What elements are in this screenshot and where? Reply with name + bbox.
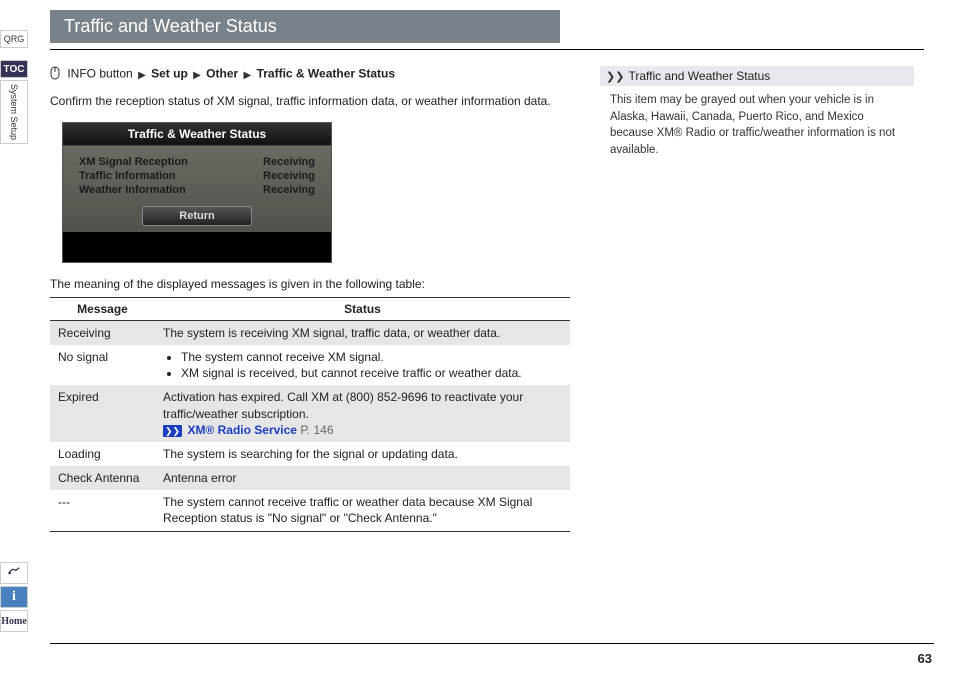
device-screenshot: Traffic & Weather Status XM Signal Recep… xyxy=(62,122,332,263)
main-column: INFO button ▶ Set up ▶ Other ▶ Traffic &… xyxy=(50,66,570,532)
xref-page: P. 146 xyxy=(300,423,333,437)
table-row: Loading The system is searching for the … xyxy=(50,442,570,466)
cell-message: Receiving xyxy=(50,320,155,345)
cell-status: The system cannot receive traffic or wea… xyxy=(155,490,570,531)
home-icon[interactable]: Home xyxy=(0,610,28,632)
cell-message: Loading xyxy=(50,442,155,466)
device-body: XM Signal Reception Receiving Traffic In… xyxy=(63,146,331,232)
device-row: Traffic Information Receiving xyxy=(79,170,315,182)
cell-status: Antenna error xyxy=(155,466,570,490)
status-bullet: XM signal is received, but cannot receiv… xyxy=(181,365,562,381)
device-title: Traffic & Weather Status xyxy=(63,123,331,146)
status-text: Activation has expired. Call XM at (800)… xyxy=(163,390,523,420)
breadcrumb: INFO button ▶ Set up ▶ Other ▶ Traffic &… xyxy=(50,66,570,83)
device-return-button: Return xyxy=(142,206,252,226)
table-row: No signal The system cannot receive XM s… xyxy=(50,345,570,385)
info-icon[interactable]: i xyxy=(0,586,28,608)
device-row-label: Traffic Information xyxy=(79,170,176,182)
left-gutter: QRG TOC System Setup i Home xyxy=(0,0,42,674)
sidebar-note-title: ❯❯Traffic and Weather Status xyxy=(600,66,914,86)
table-row: Receiving The system is receiving XM sig… xyxy=(50,320,570,345)
status-table: Message Status Receiving The system is r… xyxy=(50,297,570,532)
xref-link[interactable]: XM® Radio Service xyxy=(187,423,297,437)
mouse-icon xyxy=(50,66,60,83)
cell-status: The system is receiving XM signal, traff… xyxy=(155,320,570,345)
device-row: Weather Information Receiving xyxy=(79,184,315,196)
gutter-icon-group: i Home xyxy=(0,560,28,634)
cell-status: The system cannot receive XM signal. XM … xyxy=(155,345,570,385)
table-header-message: Message xyxy=(50,297,155,320)
table-header-status: Status xyxy=(155,297,570,320)
device-row-value: Receiving xyxy=(263,184,315,196)
page-content: Traffic and Weather Status INFO button ▶… xyxy=(50,0,954,542)
table-intro: The meaning of the displayed messages is… xyxy=(50,277,570,291)
status-bullet: The system cannot receive XM signal. xyxy=(181,349,562,365)
cell-message: No signal xyxy=(50,345,155,385)
page-title: Traffic and Weather Status xyxy=(50,10,560,43)
tab-qrg[interactable]: QRG xyxy=(0,30,28,48)
crumb-other: Other xyxy=(206,67,238,81)
device-bottom-bar xyxy=(63,232,331,262)
device-row-label: XM Signal Reception xyxy=(79,156,188,168)
chevron-right-icon: ▶ xyxy=(193,70,201,81)
cell-message: --- xyxy=(50,490,155,531)
xref-icon: ❯❯ xyxy=(163,425,182,437)
header-rule xyxy=(50,49,924,50)
page-number: 63 xyxy=(918,651,932,666)
cell-status: Activation has expired. Call XM at (800)… xyxy=(155,385,570,442)
device-row-value: Receiving xyxy=(263,156,315,168)
double-chevron-icon: ❯❯ xyxy=(606,71,624,83)
device-row-label: Weather Information xyxy=(79,184,186,196)
crumb-info: INFO button xyxy=(67,67,132,81)
device-row-value: Receiving xyxy=(263,170,315,182)
device-row: XM Signal Reception Receiving xyxy=(79,156,315,168)
cell-message: Check Antenna xyxy=(50,466,155,490)
sidebar-column: ❯❯Traffic and Weather Status This item m… xyxy=(600,66,924,532)
table-row: Check Antenna Antenna error xyxy=(50,466,570,490)
voice-icon[interactable] xyxy=(0,562,28,584)
cell-message: Expired xyxy=(50,385,155,442)
tab-toc[interactable]: TOC xyxy=(0,60,28,78)
sidebar-note-body: This item may be grayed out when your ve… xyxy=(600,92,914,159)
footer-rule xyxy=(50,643,934,644)
crumb-setup: Set up xyxy=(151,67,188,81)
table-row: Expired Activation has expired. Call XM … xyxy=(50,385,570,442)
tab-section[interactable]: System Setup xyxy=(0,80,28,144)
intro-text: Confirm the reception status of XM signa… xyxy=(50,93,570,110)
crumb-item: Traffic & Weather Status xyxy=(257,67,395,81)
chevron-right-icon: ▶ xyxy=(244,70,252,81)
cell-status: The system is searching for the signal o… xyxy=(155,442,570,466)
chevron-right-icon: ▶ xyxy=(138,70,146,81)
table-row: --- The system cannot receive traffic or… xyxy=(50,490,570,531)
